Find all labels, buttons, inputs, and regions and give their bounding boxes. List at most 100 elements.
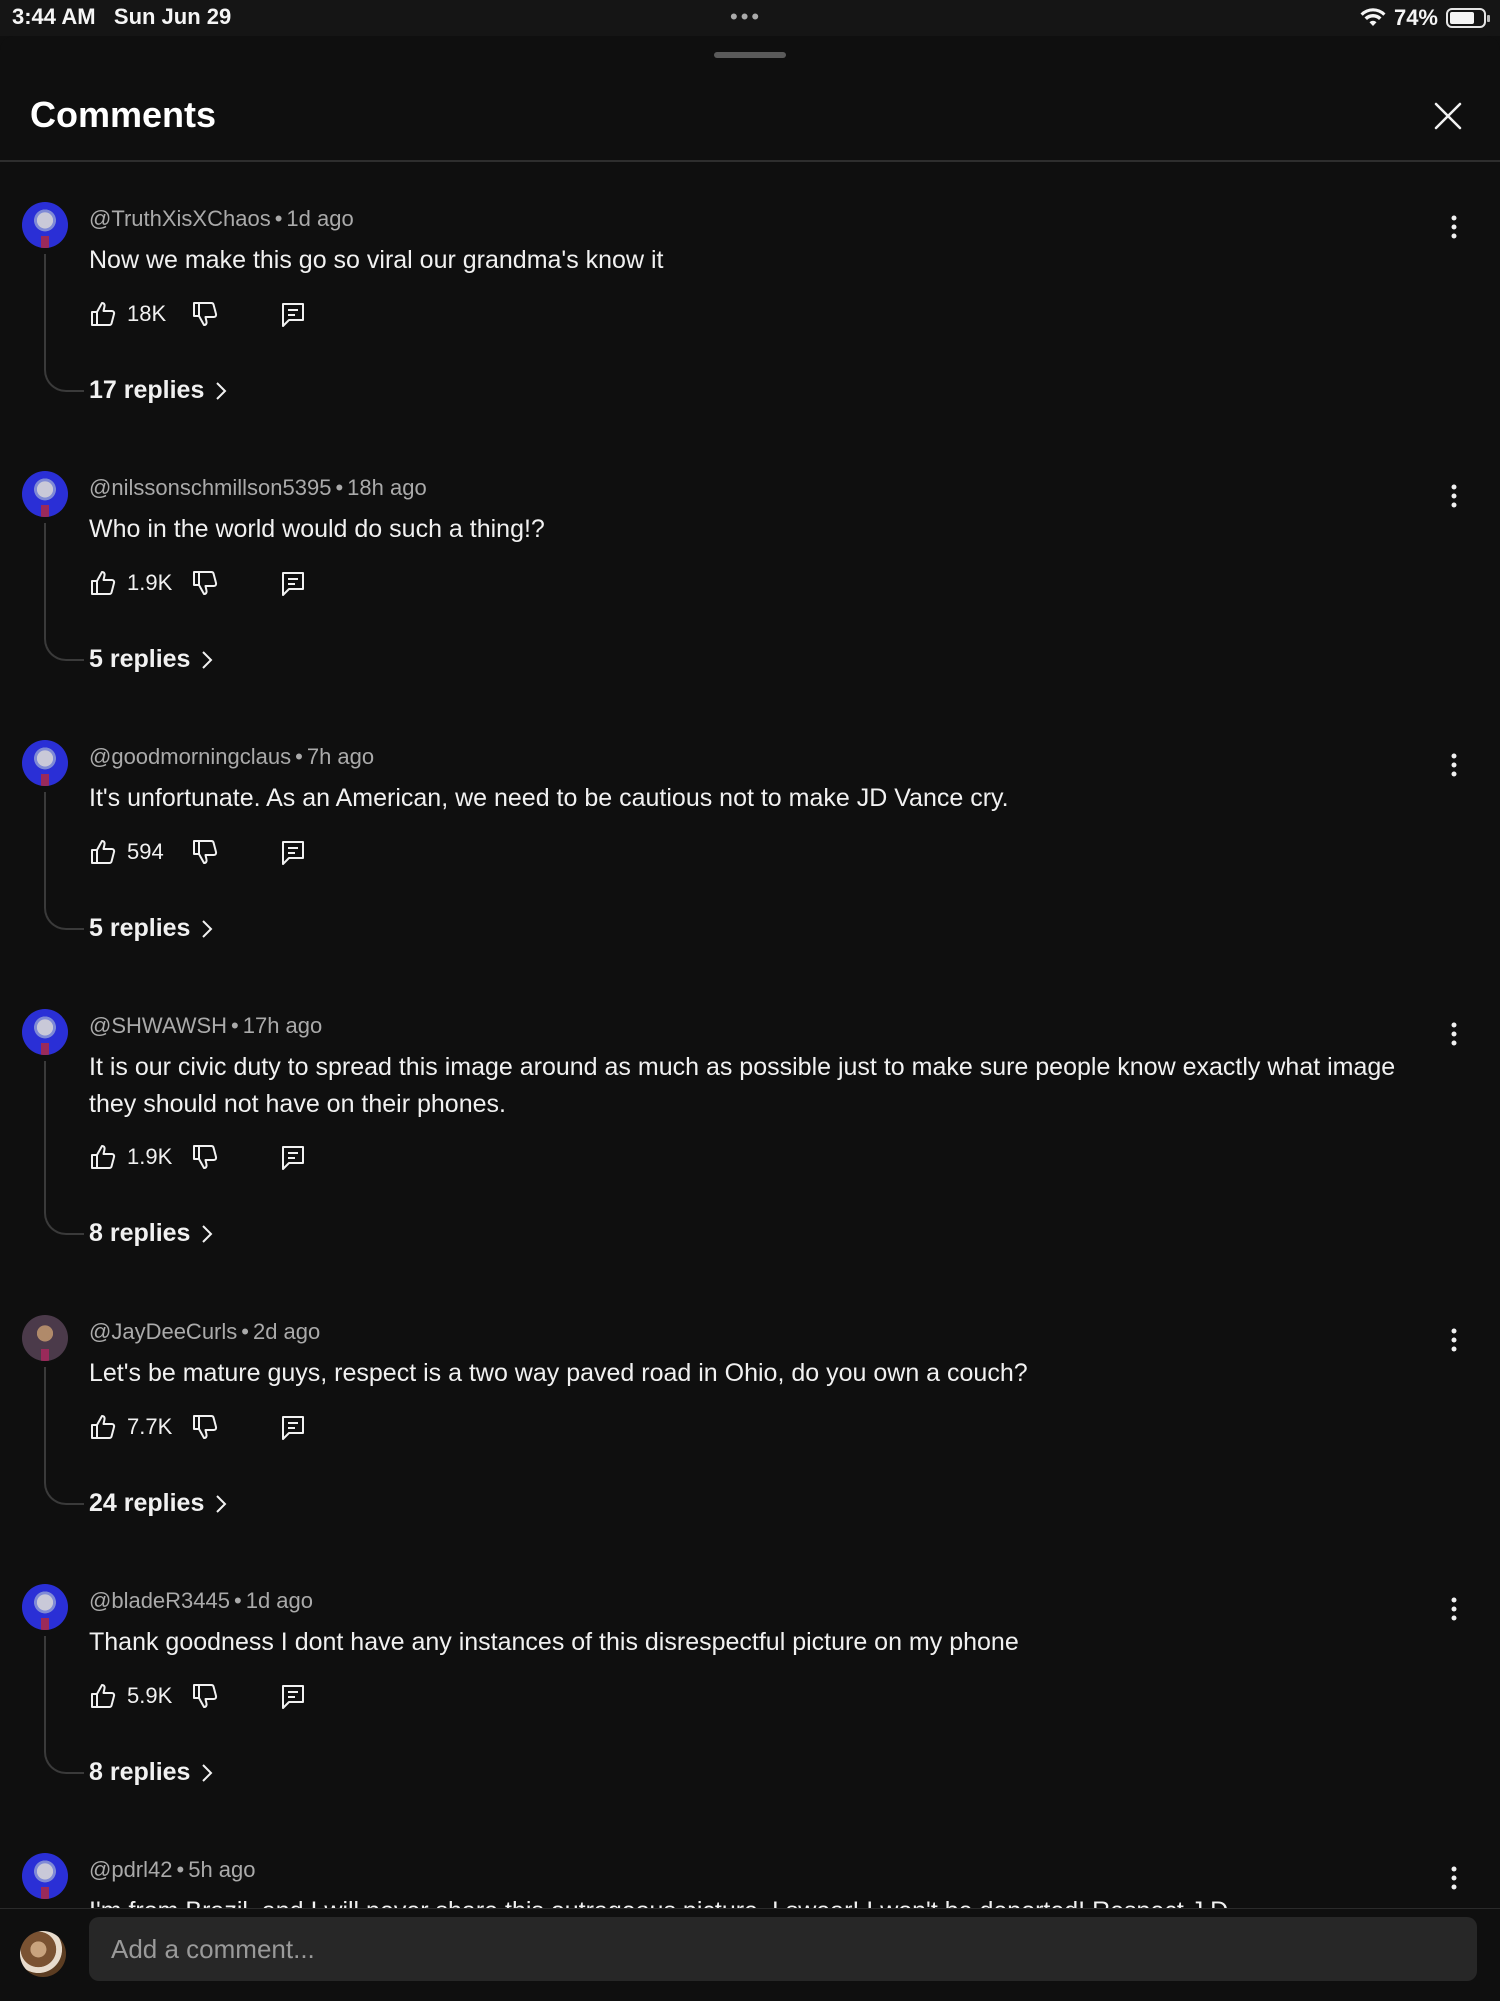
status-time: 3:44 AM Sun Jun 29	[12, 4, 232, 29]
more-options-icon[interactable]	[1442, 212, 1466, 242]
reply-icon[interactable]	[279, 1413, 307, 1441]
page-title: Comments	[30, 94, 217, 135]
replies-button[interactable]: 8 replies	[89, 1758, 214, 1787]
comment-time: 18h ago	[347, 475, 427, 500]
like-count: 594	[127, 839, 164, 864]
comment-author[interactable]: @goodmorningclaus	[89, 744, 291, 769]
replies-button[interactable]: 17 replies	[89, 376, 228, 405]
replies-label: 17 replies	[89, 376, 205, 404]
comment-meta: @bladeR3445 • 1d ago	[89, 1588, 313, 1613]
comment-actions: 1.9K	[89, 1139, 307, 1175]
comment-meta: @TruthXisXChaos • 1d ago	[89, 206, 354, 231]
comment-time: 17h ago	[242, 1013, 323, 1038]
comment-input[interactable]	[89, 1917, 1477, 1981]
replies-button[interactable]: 5 replies	[89, 645, 214, 674]
avatar[interactable]	[22, 1315, 68, 1361]
thumbs-down-icon[interactable]	[191, 569, 219, 597]
thumbs-up-icon[interactable]	[89, 1682, 117, 1710]
more-options-icon[interactable]	[1442, 481, 1466, 511]
comment-text: Thank goodness I dont have any instances…	[89, 1628, 1019, 1656]
more-options-icon[interactable]	[1442, 1019, 1466, 1049]
thumbs-down-icon[interactable]	[191, 300, 219, 328]
comment-actions: 594	[89, 834, 307, 870]
avatar[interactable]	[22, 740, 68, 786]
comment-text: Let's be mature guys, respect is a two w…	[89, 1359, 1028, 1387]
comment-time: 7h ago	[306, 744, 375, 769]
sheet-grabber[interactable]	[714, 52, 786, 58]
comment-time: 2d ago	[252, 1319, 321, 1344]
thumbs-up-icon[interactable]	[89, 300, 117, 328]
avatar[interactable]	[20, 1931, 66, 1977]
thumbs-up-icon[interactable]	[89, 1143, 117, 1171]
comment-meta: @goodmorningclaus • 7h ago	[89, 744, 375, 769]
more-options-icon[interactable]	[1442, 750, 1466, 780]
replies-label: 5 replies	[89, 645, 191, 673]
close-icon[interactable]	[1428, 96, 1468, 136]
thumbs-up-icon[interactable]	[89, 1413, 117, 1441]
chevron-right-icon	[202, 919, 213, 938]
reply-icon[interactable]	[279, 300, 307, 328]
reply-icon[interactable]	[279, 1682, 307, 1710]
avatar[interactable]	[22, 1584, 68, 1630]
comment-text: It is our civic duty to spread this imag…	[89, 1053, 1396, 1118]
replies-button[interactable]: 24 replies	[89, 1489, 228, 1518]
chevron-right-icon	[216, 1494, 227, 1513]
like-count: 7.7K	[127, 1414, 173, 1439]
comment-actions: 1.9K	[89, 565, 307, 601]
battery-icon	[1446, 8, 1490, 28]
replies-button[interactable]: 5 replies	[89, 914, 214, 943]
chevron-right-icon	[202, 650, 213, 669]
battery-percent: 74%	[1393, 5, 1438, 30]
thumbs-down-icon[interactable]	[191, 1413, 219, 1441]
comments-sheet: Comments @TruthXisXChaos • 1d ago Now we m…	[0, 36, 1500, 2001]
avatar[interactable]	[22, 202, 68, 248]
thread-line	[44, 1367, 84, 1505]
avatar[interactable]	[22, 1853, 68, 1899]
thread-line	[44, 792, 84, 930]
comment-author[interactable]: @pdrl42	[89, 1857, 173, 1882]
status-right: 74%	[1360, 5, 1490, 31]
thumbs-down-icon[interactable]	[191, 1143, 219, 1171]
comment-author[interactable]: @nilssonschmillson5395	[89, 475, 331, 500]
more-options-icon[interactable]	[1442, 1325, 1466, 1355]
thumbs-up-icon[interactable]	[89, 569, 117, 597]
chevron-right-icon	[202, 1224, 213, 1243]
replies-label: 8 replies	[89, 1758, 191, 1786]
comment-text: It's unfortunate. As an American, we nee…	[89, 784, 1009, 812]
replies-label: 8 replies	[89, 1219, 191, 1247]
thread-line	[44, 523, 84, 661]
replies-label: 24 replies	[89, 1489, 205, 1517]
comment-author[interactable]: @JayDeeCurls	[89, 1319, 237, 1344]
reply-icon[interactable]	[279, 838, 307, 866]
chevron-right-icon	[216, 381, 227, 400]
thumbs-down-icon[interactable]	[191, 838, 219, 866]
more-options-icon[interactable]	[1442, 1594, 1466, 1624]
comment-text: Who in the world would do such a thing!?	[89, 515, 545, 543]
wifi-icon	[1360, 8, 1386, 26]
comment-composer	[0, 1908, 1500, 2001]
comment-time: 5h ago	[188, 1857, 256, 1882]
more-options-icon[interactable]	[1442, 1863, 1466, 1893]
replies-label: 5 replies	[89, 914, 191, 942]
comment-author[interactable]: @bladeR3445	[89, 1588, 230, 1613]
like-count: 1.9K	[127, 570, 173, 595]
comment-meta: @JayDeeCurls • 2d ago	[89, 1319, 321, 1344]
replies-button[interactable]: 8 replies	[89, 1219, 214, 1248]
multitasking-dots-icon[interactable]: •••	[730, 4, 762, 30]
thumbs-down-icon[interactable]	[191, 1682, 219, 1710]
comment-actions: 18K	[89, 296, 307, 332]
thumbs-up-icon[interactable]	[89, 838, 117, 866]
avatar[interactable]	[22, 1009, 68, 1055]
comment-meta: @nilssonschmillson5395 • 18h ago	[89, 475, 427, 500]
status-bar: 3:44 AM Sun Jun 29 ••• 74%	[0, 0, 1500, 36]
comment-time: 1d ago	[286, 206, 354, 231]
reply-icon[interactable]	[279, 1143, 307, 1171]
comment-list[interactable]: @TruthXisXChaos • 1d ago Now we make this …	[0, 162, 1500, 1908]
comment-author[interactable]: @SHWAWSH	[89, 1013, 227, 1038]
like-count: 5.9K	[127, 1683, 173, 1708]
avatar[interactable]	[22, 471, 68, 517]
comment-text: I'm from Brazil, and I will never share …	[89, 1893, 1419, 1908]
chevron-right-icon	[202, 1763, 213, 1782]
reply-icon[interactable]	[279, 569, 307, 597]
comment-author[interactable]: @TruthXisXChaos	[89, 206, 271, 231]
